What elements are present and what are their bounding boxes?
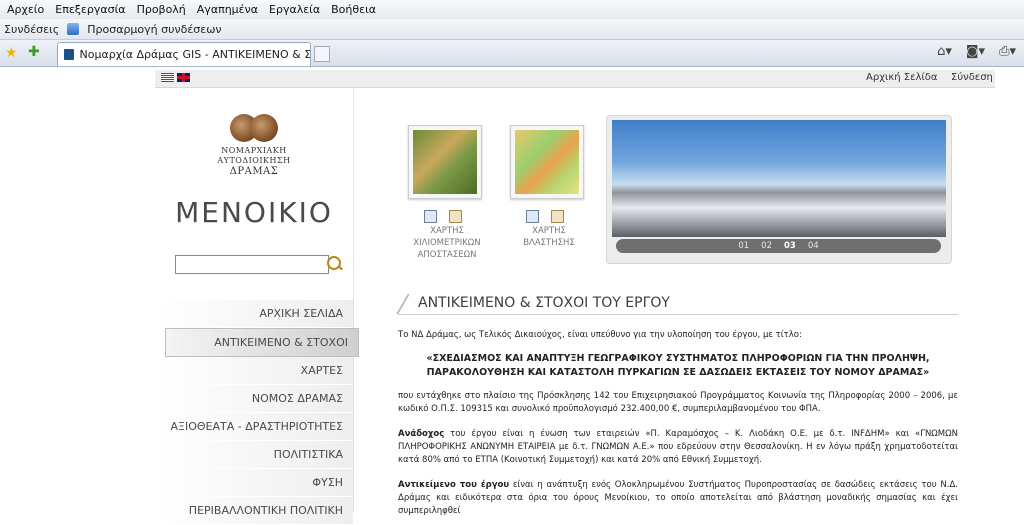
contractor-label: Ανάδοχος [398,429,445,439]
home-link[interactable]: Αρχική Σελίδα [866,72,938,83]
links-label: Συνδέσεις [4,22,60,36]
customize-links-link[interactable]: Προσαρμογή συνδέσεων [87,23,221,36]
login-link[interactable]: Σύνδεση [951,72,993,83]
slide-link-4[interactable]: 04 [808,241,819,251]
home-icon[interactable]: ⌂▾ [937,44,952,59]
search-input[interactable] [175,255,329,274]
map2-pdf-icon[interactable] [551,210,564,223]
paragraph-1: που εντάχθηκε στο πλαίσιο της Πρόσκλησης… [398,391,958,414]
tab-bar: ★ ✚ Νομαρχία Δράμας GIS - ΑΝΤΙΚΕΙΜΕΝΟ & … [0,40,1024,67]
command-bar: ⌂▾ ◙▾ ⎙▾ [937,44,1016,59]
nav-item-nature[interactable]: ΦΥΣΗ [159,469,353,497]
nav-item-prefecture[interactable]: ΝΟΜΟΣ ΔΡΑΜΑΣ [159,385,353,413]
project-title-line-1: «ΣΧΕΔΙΑΣΜΟΣ ΚΑΙ ΑΝΑΠΤΥΞΗ ΓΕΩΓΡΑΦΙΚΟΥ ΣΥΣ… [426,353,930,364]
nav-item-culture[interactable]: ΠΟΛΙΤΙΣΤΙΚΑ [159,441,353,469]
browser-tab-active[interactable]: Νομαρχία Δράμας GIS - ΑΝΤΙΚΕΙΜΕΝΟ & ΣΤΟΧ… [57,42,330,66]
map2-actions [526,210,564,223]
section-title: ΑΝΤΙΚΕΙΜΕΝΟ & ΣΤΟΧΟΙ ΤΟΥ ΕΡΓΟΥ [398,292,958,315]
map1-pdf-icon[interactable] [449,210,462,223]
browser-menubar: Αρχείο Επεξεργασία Προβολή Αγαπημένα Εργ… [0,0,1024,20]
menu-edit[interactable]: Επεξεργασία [55,3,125,16]
favorites-star-icon[interactable]: ★ [5,45,18,61]
intro-paragraph: Το ΝΔ Δράμας, ως Τελικός Δικαιούχος, είν… [398,330,802,340]
search-icon[interactable] [327,256,341,270]
map2-caption: ΧΑΡΤΗΣ ΒΛΑΣΤΗΣΗΣ [523,226,575,248]
project-title-line-2: ΠΑΡΑΚΟΛΟΥΘΗΣΗ ΚΑΙ ΚΑΤΑΣΤΟΛΗ ΠΥΡΚΑΓΙΩΝ ΣΕ… [426,367,930,378]
print-icon[interactable]: ⎙▾ [999,44,1016,59]
links-bar: Συνδέσεις Προσαρμογή συνδέσεων [0,19,1024,40]
english-flag-icon[interactable] [177,73,190,82]
ie-page-icon [67,23,80,35]
logo-coins-icon [230,114,278,142]
map1-caption: ΧΑΡΤΗΣ ΧΙΛΙΟΜΕΤΡΙΚΩΝ ΑΠΟΣΤΑΣΕΩΝ [413,226,481,260]
nav-item-maps[interactable]: ΧΑΡΤΕΣ [159,357,353,385]
distance-map-thumbnail[interactable] [408,125,482,199]
web-page: Αρχική Σελίδα Σύνδεση ΝΟΜΑΡΧΙΑΚΗ ΑΥΤΟΔΙΟ… [155,70,995,525]
add-favorite-icon[interactable]: ✚ [28,44,40,60]
map1-actions [424,210,462,223]
slide-link-2[interactable]: 02 [761,241,772,251]
logo-line-3: ΔΡΑΜΑΣ [229,166,279,177]
slide-link-3[interactable]: 03 [784,241,796,251]
slideshow: 01 02 03 04 [606,115,952,264]
menu-favorites[interactable]: Αγαπημένα [197,3,258,16]
menu-help[interactable]: Βοήθεια [331,3,376,16]
menu-view[interactable]: Προβολή [137,3,186,16]
logo-line-2: ΑΥΤΟΔΙΟΙΚΗΣΗ [217,156,291,165]
contractor-text: του έργου είναι η ένωση των εταιρειών «Π… [398,429,958,465]
left-column: ΝΟΜΑΡΧΙΑΚΗ ΑΥΤΟΔΙΟΙΚΗΣΗ ΔΡΑΜΑΣ ΜΕΝΟΙΚΙΟ … [155,88,359,525]
nav-item-home[interactable]: ΑΡΧΙΚΗ ΣΕΛΙΔΑ [159,300,353,328]
main-content: ΑΝΤΙΚΕΙΜΕΝΟ & ΣΤΟΧΟΙ ΤΟΥ ΕΡΓΟΥ Το ΝΔ Δρά… [398,292,958,518]
menu-file[interactable]: Αρχείο [7,3,44,16]
paragraph-3: Αντικείμενο του έργου είναι η ανάπτυξη ε… [398,479,958,518]
nav-item-objectives[interactable]: ΑΝΤΙΚΕΙΜΕΝΟ & ΣΤΟΧΟΙ [165,328,359,357]
vegetation-map-thumbnail[interactable] [510,125,584,199]
nav-item-sights[interactable]: ΑΞΙΟΘΕΑΤΑ - ΔΡΑΣΤΗΡΙΟΤΗΤΕΣ [159,413,353,441]
tab-title: Νομαρχία Δράμας GIS - ΑΝΤΙΚΕΙΜΕΝΟ & ΣΤΟΧ… [79,48,310,61]
slide-pager: 01 02 03 04 [616,239,941,253]
new-tab-icon[interactable] [314,46,330,62]
slide-link-1[interactable]: 01 [738,241,749,251]
objective-label: Αντικείμενο του έργου [398,480,510,490]
paragraph-2: Ανάδοχος του έργου είναι η ένωση των ετα… [398,428,958,467]
map1-view-icon[interactable] [424,210,437,223]
map2-view-icon[interactable] [526,210,539,223]
logo-line-1: ΝΟΜΑΡΧΙΑΚΗ [221,146,287,155]
logo-title: ΜΕΝΟΙΚΙΟ [175,196,333,229]
menu-tools[interactable]: Εργαλεία [269,3,320,16]
top-strip: Αρχική Σελίδα Σύνδεση [155,70,995,88]
site-favicon-icon [64,49,74,60]
slide-image-mountain[interactable] [612,120,946,237]
main-nav: ΑΡΧΙΚΗ ΣΕΛΙΔΑ ΑΝΤΙΚΕΙΜΕΝΟ & ΣΤΟΧΟΙ ΧΑΡΤΕ… [159,300,359,525]
nav-item-environment[interactable]: ΠΕΡΙΒΑΛΛΟΝΤΙΚΗ ΠΟΛΙΤΙΚΗ [159,497,353,525]
feeds-icon[interactable]: ◙▾ [966,44,985,59]
greek-flag-icon[interactable] [161,73,174,82]
